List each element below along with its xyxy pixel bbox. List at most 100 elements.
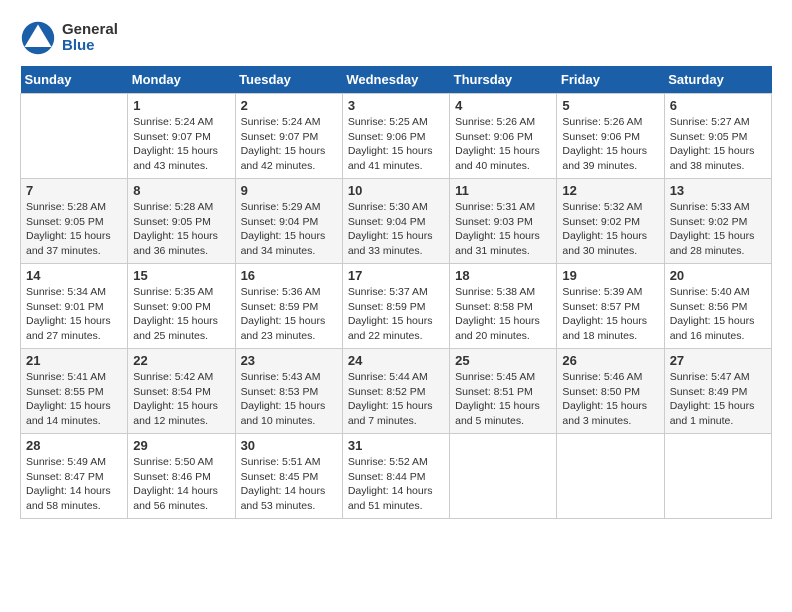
week-row-4: 21 Sunrise: 5:41 AM Sunset: 8:55 PM Dayli… — [21, 349, 772, 434]
cell-info: Sunrise: 5:27 AM Sunset: 9:05 PM Dayligh… — [670, 115, 766, 174]
calendar-cell — [664, 434, 771, 519]
day-number: 6 — [670, 98, 766, 113]
cell-info: Sunrise: 5:40 AM Sunset: 8:56 PM Dayligh… — [670, 285, 766, 344]
calendar-table: SundayMondayTuesdayWednesdayThursdayFrid… — [20, 66, 772, 519]
day-number: 3 — [348, 98, 444, 113]
day-number: 10 — [348, 183, 444, 198]
column-header-wednesday: Wednesday — [342, 66, 449, 94]
calendar-cell: 6 Sunrise: 5:27 AM Sunset: 9:05 PM Daylig… — [664, 94, 771, 179]
cell-info: Sunrise: 5:31 AM Sunset: 9:03 PM Dayligh… — [455, 200, 551, 259]
cell-info: Sunrise: 5:25 AM Sunset: 9:06 PM Dayligh… — [348, 115, 444, 174]
day-number: 12 — [562, 183, 658, 198]
calendar-cell: 17 Sunrise: 5:37 AM Sunset: 8:59 PM Dayli… — [342, 264, 449, 349]
calendar-cell: 15 Sunrise: 5:35 AM Sunset: 9:00 PM Dayli… — [128, 264, 235, 349]
calendar-cell: 19 Sunrise: 5:39 AM Sunset: 8:57 PM Dayli… — [557, 264, 664, 349]
day-number: 17 — [348, 268, 444, 283]
cell-info: Sunrise: 5:47 AM Sunset: 8:49 PM Dayligh… — [670, 370, 766, 429]
calendar-cell: 5 Sunrise: 5:26 AM Sunset: 9:06 PM Daylig… — [557, 94, 664, 179]
logo-icon — [20, 20, 56, 56]
calendar-cell: 23 Sunrise: 5:43 AM Sunset: 8:53 PM Dayli… — [235, 349, 342, 434]
column-header-tuesday: Tuesday — [235, 66, 342, 94]
day-number: 28 — [26, 438, 122, 453]
column-header-saturday: Saturday — [664, 66, 771, 94]
cell-info: Sunrise: 5:43 AM Sunset: 8:53 PM Dayligh… — [241, 370, 337, 429]
cell-info: Sunrise: 5:32 AM Sunset: 9:02 PM Dayligh… — [562, 200, 658, 259]
calendar-cell: 7 Sunrise: 5:28 AM Sunset: 9:05 PM Daylig… — [21, 179, 128, 264]
day-number: 8 — [133, 183, 229, 198]
column-header-sunday: Sunday — [21, 66, 128, 94]
day-number: 26 — [562, 353, 658, 368]
cell-info: Sunrise: 5:26 AM Sunset: 9:06 PM Dayligh… — [562, 115, 658, 174]
cell-info: Sunrise: 5:39 AM Sunset: 8:57 PM Dayligh… — [562, 285, 658, 344]
cell-info: Sunrise: 5:26 AM Sunset: 9:06 PM Dayligh… — [455, 115, 551, 174]
calendar-cell: 1 Sunrise: 5:24 AM Sunset: 9:07 PM Daylig… — [128, 94, 235, 179]
day-number: 24 — [348, 353, 444, 368]
cell-info: Sunrise: 5:30 AM Sunset: 9:04 PM Dayligh… — [348, 200, 444, 259]
day-number: 18 — [455, 268, 551, 283]
calendar-cell: 12 Sunrise: 5:32 AM Sunset: 9:02 PM Dayli… — [557, 179, 664, 264]
calendar-cell — [557, 434, 664, 519]
cell-info: Sunrise: 5:24 AM Sunset: 9:07 PM Dayligh… — [241, 115, 337, 174]
cell-info: Sunrise: 5:36 AM Sunset: 8:59 PM Dayligh… — [241, 285, 337, 344]
cell-info: Sunrise: 5:52 AM Sunset: 8:44 PM Dayligh… — [348, 455, 444, 514]
cell-info: Sunrise: 5:28 AM Sunset: 9:05 PM Dayligh… — [26, 200, 122, 259]
cell-info: Sunrise: 5:34 AM Sunset: 9:01 PM Dayligh… — [26, 285, 122, 344]
calendar-cell: 18 Sunrise: 5:38 AM Sunset: 8:58 PM Dayli… — [450, 264, 557, 349]
calendar-cell: 11 Sunrise: 5:31 AM Sunset: 9:03 PM Dayli… — [450, 179, 557, 264]
cell-info: Sunrise: 5:46 AM Sunset: 8:50 PM Dayligh… — [562, 370, 658, 429]
cell-info: Sunrise: 5:51 AM Sunset: 8:45 PM Dayligh… — [241, 455, 337, 514]
day-number: 31 — [348, 438, 444, 453]
day-number: 11 — [455, 183, 551, 198]
day-number: 27 — [670, 353, 766, 368]
cell-info: Sunrise: 5:24 AM Sunset: 9:07 PM Dayligh… — [133, 115, 229, 174]
cell-info: Sunrise: 5:42 AM Sunset: 8:54 PM Dayligh… — [133, 370, 229, 429]
day-number: 7 — [26, 183, 122, 198]
cell-info: Sunrise: 5:44 AM Sunset: 8:52 PM Dayligh… — [348, 370, 444, 429]
week-row-1: 1 Sunrise: 5:24 AM Sunset: 9:07 PM Daylig… — [21, 94, 772, 179]
day-number: 15 — [133, 268, 229, 283]
day-number: 25 — [455, 353, 551, 368]
column-header-thursday: Thursday — [450, 66, 557, 94]
cell-info: Sunrise: 5:38 AM Sunset: 8:58 PM Dayligh… — [455, 285, 551, 344]
calendar-cell: 29Sunrise: 5:50 AM Sunset: 8:46 PM Dayli… — [128, 434, 235, 519]
calendar-cell: 8 Sunrise: 5:28 AM Sunset: 9:05 PM Daylig… — [128, 179, 235, 264]
cell-info: Sunrise: 5:33 AM Sunset: 9:02 PM Dayligh… — [670, 200, 766, 259]
calendar-cell: 3 Sunrise: 5:25 AM Sunset: 9:06 PM Daylig… — [342, 94, 449, 179]
cell-info: Sunrise: 5:45 AM Sunset: 8:51 PM Dayligh… — [455, 370, 551, 429]
day-number: 14 — [26, 268, 122, 283]
cell-info: Sunrise: 5:41 AM Sunset: 8:55 PM Dayligh… — [26, 370, 122, 429]
cell-info: Sunrise: 5:50 AM Sunset: 8:46 PM Dayligh… — [133, 455, 229, 514]
logo: General Blue — [20, 20, 118, 56]
day-number: 22 — [133, 353, 229, 368]
week-row-5: 28Sunrise: 5:49 AM Sunset: 8:47 PM Dayli… — [21, 434, 772, 519]
day-number: 1 — [133, 98, 229, 113]
day-number: 5 — [562, 98, 658, 113]
cell-info: Sunrise: 5:28 AM Sunset: 9:05 PM Dayligh… — [133, 200, 229, 259]
day-number: 23 — [241, 353, 337, 368]
calendar-cell: 31 Sunrise: 5:52 AM Sunset: 8:44 PM Dayli… — [342, 434, 449, 519]
calendar-cell: 25 Sunrise: 5:45 AM Sunset: 8:51 PM Dayli… — [450, 349, 557, 434]
calendar-cell — [21, 94, 128, 179]
calendar-cell: 22 Sunrise: 5:42 AM Sunset: 8:54 PM Dayli… — [128, 349, 235, 434]
calendar-cell: 14 Sunrise: 5:34 AM Sunset: 9:01 PM Dayli… — [21, 264, 128, 349]
day-number: 13 — [670, 183, 766, 198]
calendar-cell: 4Sunrise: 5:26 AM Sunset: 9:06 PM Daylig… — [450, 94, 557, 179]
day-number: 2 — [241, 98, 337, 113]
cell-info: Sunrise: 5:35 AM Sunset: 9:00 PM Dayligh… — [133, 285, 229, 344]
calendar-cell: 27 Sunrise: 5:47 AM Sunset: 8:49 PM Dayli… — [664, 349, 771, 434]
calendar-cell: 10 Sunrise: 5:30 AM Sunset: 9:04 PM Dayli… — [342, 179, 449, 264]
day-number: 21 — [26, 353, 122, 368]
calendar-cell: 16Sunrise: 5:36 AM Sunset: 8:59 PM Dayli… — [235, 264, 342, 349]
calendar-cell: 2 Sunrise: 5:24 AM Sunset: 9:07 PM Daylig… — [235, 94, 342, 179]
calendar-cell: 26 Sunrise: 5:46 AM Sunset: 8:50 PM Dayli… — [557, 349, 664, 434]
day-number: 9 — [241, 183, 337, 198]
calendar-cell: 9Sunrise: 5:29 AM Sunset: 9:04 PM Daylig… — [235, 179, 342, 264]
day-number: 20 — [670, 268, 766, 283]
calendar-cell: 21 Sunrise: 5:41 AM Sunset: 8:55 PM Dayli… — [21, 349, 128, 434]
day-number: 30 — [241, 438, 337, 453]
calendar-cell: 28Sunrise: 5:49 AM Sunset: 8:47 PM Dayli… — [21, 434, 128, 519]
column-header-monday: Monday — [128, 66, 235, 94]
cell-info: Sunrise: 5:37 AM Sunset: 8:59 PM Dayligh… — [348, 285, 444, 344]
day-number: 19 — [562, 268, 658, 283]
column-header-friday: Friday — [557, 66, 664, 94]
